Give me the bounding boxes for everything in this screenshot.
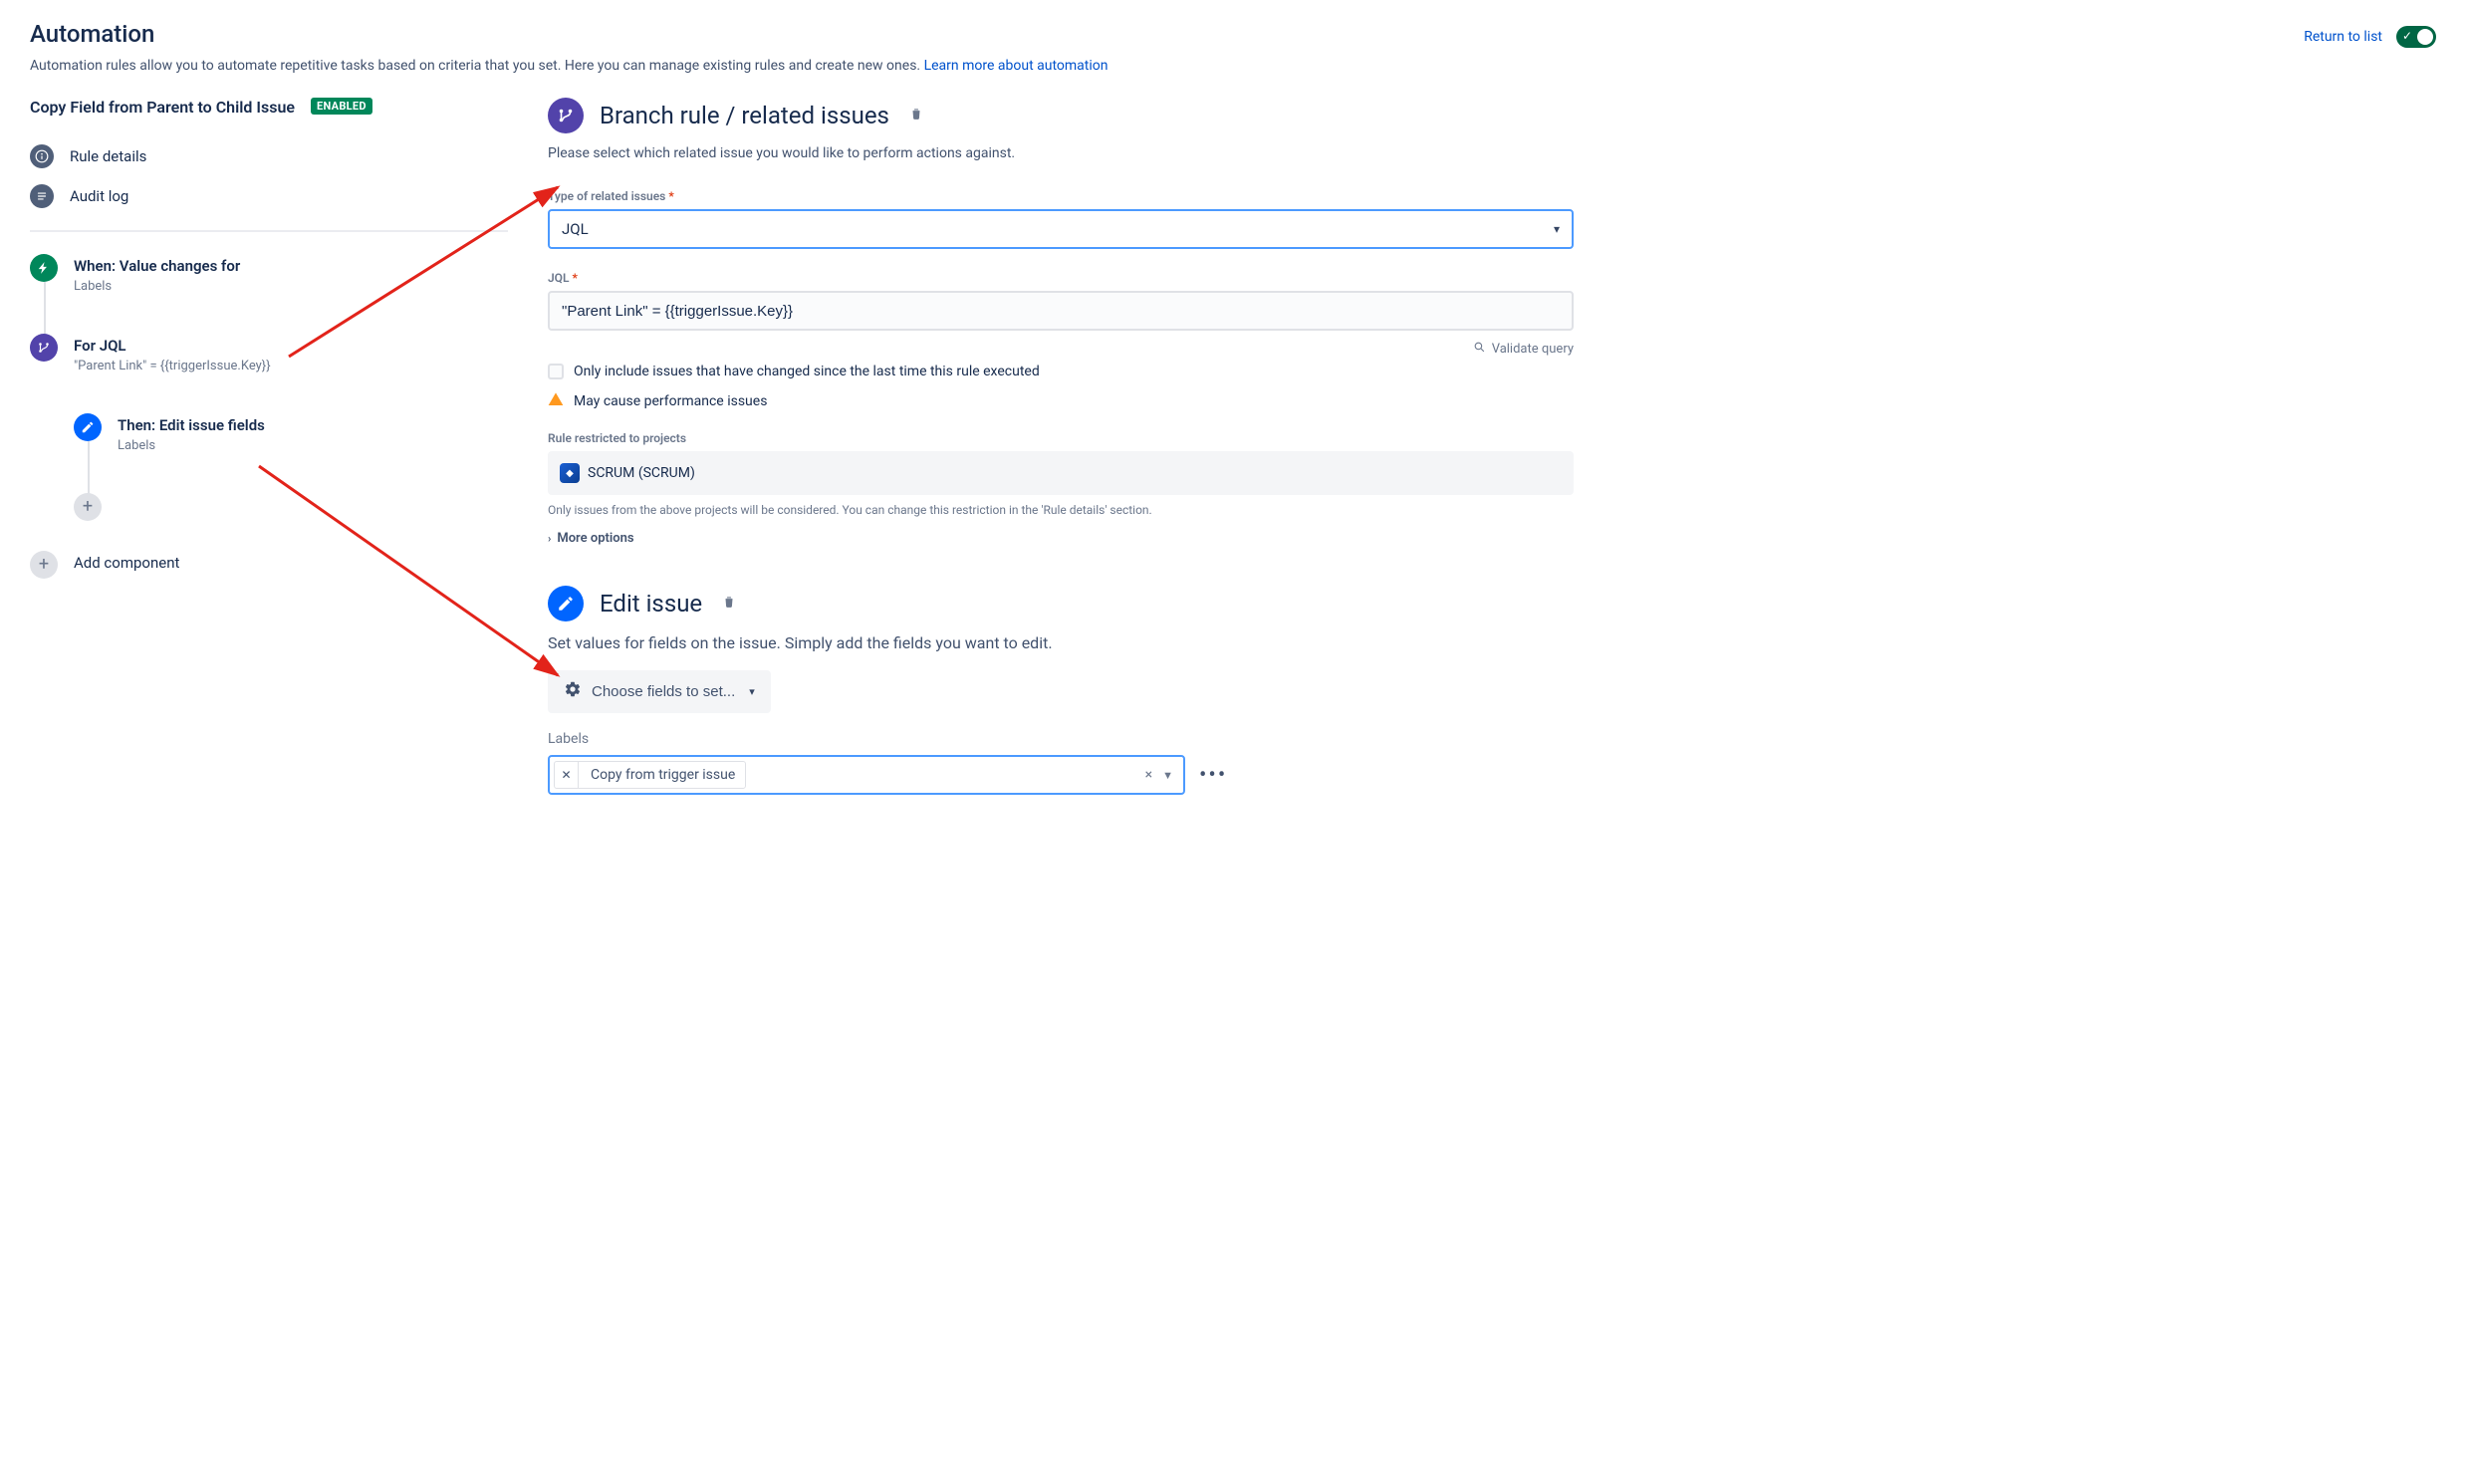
chevron-right-icon: ›: [548, 532, 551, 545]
jql-label: JQL *: [548, 271, 1574, 285]
page-description-text: Automation rules allow you to automate r…: [30, 58, 924, 74]
warning-text: May cause performance issues: [574, 393, 767, 409]
chevron-down-icon: ▾: [1554, 222, 1560, 236]
branch-icon: [30, 334, 58, 362]
gear-icon: [564, 680, 582, 703]
rule-enabled-toggle[interactable]: ✓: [2396, 26, 2436, 48]
select-value: JQL: [562, 220, 589, 238]
clear-icon[interactable]: ×: [1139, 767, 1158, 783]
step-subtitle: Labels: [118, 438, 265, 453]
plus-icon: +: [30, 551, 58, 579]
branch-rule-panel: Branch rule / related issues Please sele…: [548, 98, 1574, 546]
enabled-badge: ENABLED: [311, 98, 372, 115]
labels-field-label: Labels: [548, 731, 1574, 747]
sidebar-item-audit-log[interactable]: Audit log: [30, 176, 508, 216]
info-icon: [30, 144, 54, 168]
choose-fields-label: Choose fields to set...: [592, 683, 735, 700]
rule-name: Copy Field from Parent to Child Issue: [30, 98, 295, 119]
plus-icon: +: [74, 493, 102, 521]
check-icon: ✓: [2402, 29, 2412, 43]
more-actions-icon[interactable]: •••: [1199, 763, 1227, 788]
list-icon: [30, 184, 54, 208]
delete-icon[interactable]: [909, 107, 923, 124]
more-options-label: More options: [557, 531, 633, 546]
step-subtitle: Labels: [74, 279, 240, 294]
toggle-knob: [2417, 29, 2433, 45]
validate-query-link[interactable]: Validate query: [548, 341, 1574, 358]
validate-query-text: Validate query: [1492, 342, 1574, 357]
chip-remove-icon[interactable]: ✕: [555, 762, 579, 788]
page-title: Automation: [30, 20, 1108, 48]
panel-title: Branch rule / related issues: [600, 102, 889, 129]
checkbox-label: Only include issues that have changed si…: [574, 364, 1040, 379]
chevron-down-icon: ▾: [749, 685, 755, 698]
chevron-down-icon[interactable]: ▼: [1158, 769, 1183, 782]
restrict-label: Rule restricted to projects: [548, 431, 1574, 445]
learn-more-link[interactable]: Learn more about automation: [924, 58, 1109, 74]
step-title: For JQL: [74, 337, 271, 355]
only-changed-checkbox[interactable]: [548, 364, 564, 379]
project-avatar-icon: ◆: [560, 463, 580, 483]
type-label: Type of related issues *: [548, 189, 1574, 203]
trigger-icon: [30, 254, 58, 282]
edit-issue-panel: Edit issue Set values for fields on the …: [548, 586, 1574, 795]
edit-icon: [548, 586, 584, 621]
return-to-list-link[interactable]: Return to list: [2304, 29, 2382, 45]
divider: [30, 230, 508, 232]
sidebar-item-label: Rule details: [70, 147, 146, 165]
delete-icon[interactable]: [722, 595, 736, 613]
timeline-add-component-button[interactable]: + Add component: [30, 551, 508, 579]
add-component-label: Add component: [74, 554, 179, 572]
warning-icon: [548, 391, 564, 411]
branch-icon: [548, 98, 584, 133]
step-title: Then: Edit issue fields: [118, 416, 265, 434]
page-description: Automation rules allow you to automate r…: [30, 58, 1108, 74]
step-title: When: Value changes for: [74, 257, 240, 275]
project-name: SCRUM (SCRUM): [588, 465, 695, 481]
panel-title: Edit issue: [600, 590, 702, 618]
jql-input[interactable]: [548, 291, 1574, 331]
timeline-step-trigger[interactable]: When: Value changes for Labels: [30, 254, 508, 334]
project-restriction: ◆ SCRUM (SCRUM): [548, 451, 1574, 495]
edit-icon: [74, 413, 102, 441]
timeline-add-inner-button[interactable]: +: [74, 493, 508, 551]
choose-fields-button[interactable]: Choose fields to set... ▾: [548, 670, 771, 713]
labels-field-input[interactable]: ✕ Copy from trigger issue × ▼: [548, 755, 1185, 795]
step-subtitle: "Parent Link" = {{triggerIssue.Key}}: [74, 359, 271, 373]
sidebar-item-label: Audit log: [70, 187, 128, 205]
timeline-step-action[interactable]: Then: Edit issue fields Labels: [74, 413, 508, 493]
panel-description: Please select which related issue you wo…: [548, 145, 1574, 161]
type-select[interactable]: JQL ▾: [548, 209, 1574, 249]
restrict-help-text: Only issues from the above projects will…: [548, 503, 1574, 517]
sidebar-item-rule-details[interactable]: Rule details: [30, 136, 508, 176]
labels-chip: ✕ Copy from trigger issue: [554, 761, 746, 789]
more-options-toggle[interactable]: › More options: [548, 531, 1574, 546]
panel-description: Set values for fields on the issue. Simp…: [548, 633, 1574, 652]
chip-text: Copy from trigger issue: [583, 767, 745, 783]
timeline-step-branch[interactable]: For JQL "Parent Link" = {{triggerIssue.K…: [30, 334, 508, 413]
search-icon: [1473, 341, 1486, 358]
